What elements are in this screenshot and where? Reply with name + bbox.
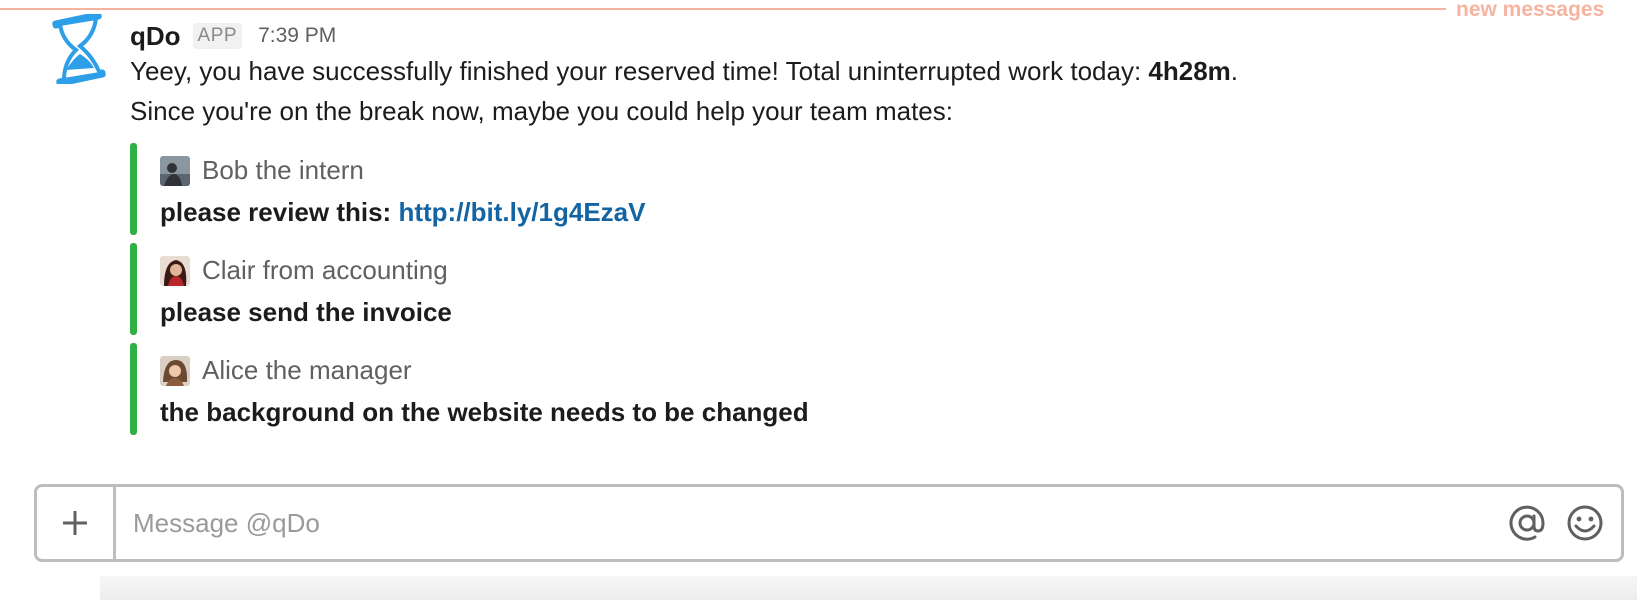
message-line-1-text: Yeey, you have successfully finished you… xyxy=(130,56,1149,86)
attachment-accent-bar xyxy=(130,243,137,335)
message-header: qDo APP 7:39 PM xyxy=(130,18,336,54)
attachment-author: Alice the manager xyxy=(160,355,412,386)
attachment-alice: Alice the manager the background on the … xyxy=(130,343,1030,435)
attachment-text-body: please review this: xyxy=(160,197,399,227)
attachment-clair: Clair from accounting please send the in… xyxy=(130,243,1030,335)
sender-name[interactable]: qDo xyxy=(130,21,181,52)
alice-avatar-icon[interactable] xyxy=(160,355,190,386)
new-messages-label: new messages xyxy=(1456,0,1605,21)
at-sign-icon[interactable] xyxy=(1507,503,1547,543)
attachment-bob: Bob the intern please review this: http:… xyxy=(130,143,1030,235)
attachment-author-name: Clair from accounting xyxy=(202,255,448,285)
clair-avatar-icon[interactable] xyxy=(160,255,190,286)
attachment-text: please review this: http://bit.ly/1g4Eza… xyxy=(160,197,645,228)
chat-view: new messages qDo APP 7:39 PM Yeey, you h… xyxy=(0,0,1637,600)
plus-icon xyxy=(63,511,87,535)
attachment-author-name: Alice the manager xyxy=(202,355,412,385)
add-attachment-button[interactable] xyxy=(37,487,116,559)
attachment-author: Clair from accounting xyxy=(160,255,448,286)
work-total: 4h28m xyxy=(1148,56,1231,86)
attachment-author: Bob the intern xyxy=(160,155,364,186)
message-input[interactable] xyxy=(133,505,1433,541)
attachment-author-name: Bob the intern xyxy=(202,155,364,185)
attachment-text: the background on the website needs to b… xyxy=(160,397,809,427)
message-line-2: Since you're on the break now, maybe you… xyxy=(130,96,953,126)
review-link[interactable]: http://bit.ly/1g4EzaV xyxy=(398,197,645,227)
footer-shadow xyxy=(100,576,1637,600)
attachment-accent-bar xyxy=(130,143,137,235)
message-timestamp[interactable]: 7:39 PM xyxy=(258,24,336,48)
message-composer xyxy=(34,484,1624,562)
new-messages-divider xyxy=(0,8,1446,10)
message-line-1-end: . xyxy=(1230,56,1239,86)
message-line-1: Yeey, you have successfully finished you… xyxy=(130,56,1238,87)
bob-avatar-icon[interactable] xyxy=(160,155,190,186)
attachment-text: please send the invoice xyxy=(160,297,452,327)
smiley-icon[interactable] xyxy=(1565,503,1605,543)
hourglass-app-avatar-icon[interactable] xyxy=(50,14,108,84)
attachment-accent-bar xyxy=(130,343,137,435)
app-badge: APP xyxy=(192,23,243,49)
